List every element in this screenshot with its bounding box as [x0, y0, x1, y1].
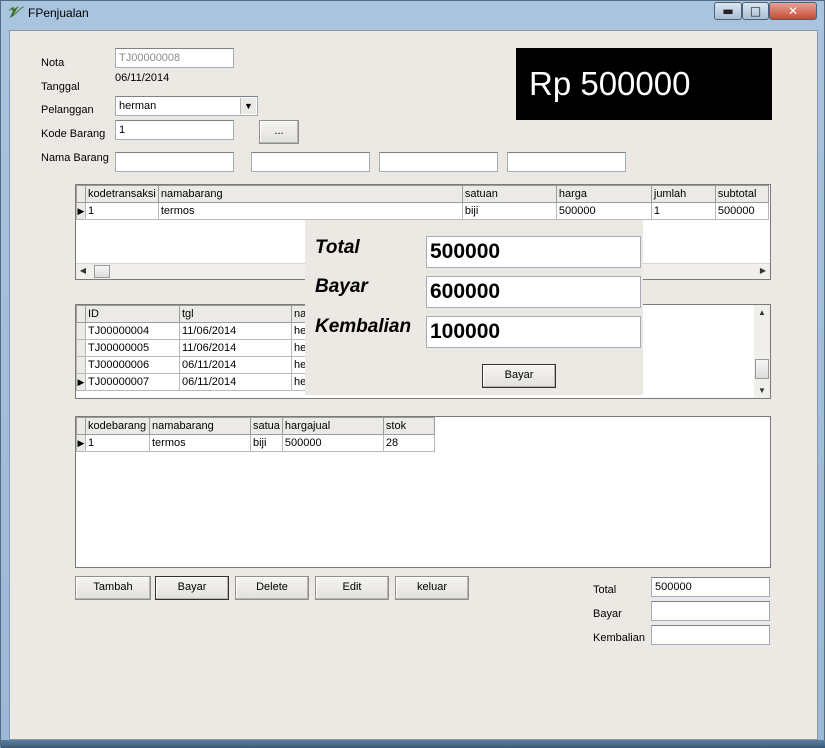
col-header[interactable]: namabarang: [157, 185, 463, 203]
scroll-up-icon[interactable]: ▲: [755, 308, 769, 317]
panel-kembalian-field[interactable]: 100000: [426, 316, 641, 348]
row-indicator-header: [76, 305, 86, 323]
table-cell[interactable]: 1: [85, 434, 150, 452]
panel-bayar-label: Bayar: [315, 276, 368, 297]
col-header[interactable]: tgl: [179, 305, 292, 323]
panel-bayar-field[interactable]: 600000: [426, 276, 641, 308]
pelanggan-label: Pelanggan: [41, 104, 94, 116]
table-cell[interactable]: TJ00000005: [85, 339, 180, 357]
col-header[interactable]: satua: [250, 417, 283, 435]
table-row[interactable]: TJ00000004 11/06/2014 he: [76, 322, 317, 340]
vertical-scrollbar[interactable]: ▲ ▼: [754, 305, 770, 398]
table-cell[interactable]: termos: [157, 202, 463, 220]
table-cell[interactable]: 06/11/2014: [179, 356, 292, 374]
table-cell[interactable]: biji: [250, 434, 283, 452]
scroll-down-icon[interactable]: ▼: [755, 386, 769, 395]
panel-total-label: Total: [315, 237, 360, 258]
table-cell[interactable]: 500000: [281, 434, 384, 452]
maximize-button[interactable]: □: [742, 2, 769, 20]
harga-field[interactable]: [379, 152, 498, 172]
current-row-icon: ▶: [76, 202, 86, 220]
table-cell[interactable]: 1: [85, 202, 159, 220]
table-cell[interactable]: termos: [149, 434, 251, 452]
kode-barang-label: Kode Barang: [41, 128, 106, 140]
table-cell[interactable]: TJ00000004: [85, 322, 180, 340]
pelanggan-value: herman: [119, 100, 157, 112]
col-header[interactable]: kodetransaksi: [85, 185, 159, 203]
panel-total-field[interactable]: 500000: [426, 236, 641, 268]
table-cell[interactable]: 11/06/2014: [179, 322, 292, 340]
total-display: Rp 500000: [516, 48, 772, 120]
col-header[interactable]: stok: [382, 417, 435, 435]
table-cell[interactable]: 500000: [714, 202, 769, 220]
current-row-icon: ▶: [76, 434, 86, 452]
summary-kembalian-label: Kembalian: [593, 632, 645, 644]
col-header[interactable]: satuan: [461, 185, 557, 203]
summary-total-field[interactable]: 500000: [651, 577, 770, 597]
table-cell[interactable]: biji: [461, 202, 557, 220]
table-cell[interactable]: TJ00000006: [85, 356, 180, 374]
bayar-button[interactable]: Bayar: [155, 576, 229, 600]
payment-panel: Total 500000 Bayar 600000 Kembalian 1000…: [305, 220, 643, 395]
table-row[interactable]: ▶ 1 termos biji 500000 28: [76, 434, 435, 452]
row-indicator-header: [76, 185, 86, 203]
tambah-button[interactable]: Tambah: [75, 576, 151, 600]
edit-button[interactable]: Edit: [315, 576, 389, 600]
scroll-thumb[interactable]: [755, 359, 769, 379]
table-row[interactable]: ▶ 1 termos biji 500000 1 500000: [76, 202, 769, 220]
form-client-area: Nota TJ00000008 Tanggal 06/11/2014 Pelan…: [9, 30, 818, 740]
table-cell[interactable]: 06/11/2014: [179, 373, 292, 391]
col-header[interactable]: ID: [85, 305, 180, 323]
table-cell[interactable]: 11/06/2014: [179, 339, 292, 357]
window-title: FPenjualan: [28, 6, 89, 20]
delphi-app-icon: 𝒱: [7, 3, 20, 21]
table-row[interactable]: TJ00000005 11/06/2014 he: [76, 339, 317, 357]
col-header[interactable]: jumlah: [650, 185, 716, 203]
nota-field[interactable]: TJ00000008: [115, 48, 234, 68]
jumlah-field[interactable]: [507, 152, 626, 172]
scroll-left-icon[interactable]: ◀: [76, 266, 90, 275]
col-header[interactable]: subtotal: [714, 185, 769, 203]
close-button[interactable]: ✕: [769, 2, 817, 20]
tanggal-value: 06/11/2014: [115, 72, 170, 84]
minimize-button[interactable]: ▬: [714, 2, 742, 20]
summary-bayar-label: Bayar: [593, 608, 622, 620]
table-cell[interactable]: 500000: [555, 202, 652, 220]
scroll-right-icon[interactable]: ▶: [756, 266, 770, 275]
panel-kembalian-label: Kembalian: [315, 316, 412, 337]
summary-kembalian-field[interactable]: [651, 625, 770, 645]
scroll-thumb[interactable]: [94, 265, 110, 278]
col-header[interactable]: harga: [555, 185, 652, 203]
table-cell[interactable]: TJ00000007: [85, 373, 180, 391]
nota-label: Nota: [41, 57, 65, 69]
detail-table: kodetransaksi namabarang satuan harga ju…: [76, 185, 769, 220]
table-row[interactable]: ▶ TJ00000007 06/11/2014 he: [76, 373, 317, 391]
tanggal-label: Tanggal: [41, 81, 80, 93]
nama-barang-field[interactable]: [115, 152, 234, 172]
kode-barang-field[interactable]: 1: [115, 120, 234, 140]
stock-grid[interactable]: kodebarang namabarang satua hargajual st…: [75, 416, 771, 568]
table-row[interactable]: TJ00000006 06/11/2014 he: [76, 356, 317, 374]
keluar-button[interactable]: keluar: [395, 576, 469, 600]
row-indicator-header: [76, 417, 86, 435]
browse-button[interactable]: ...: [259, 120, 299, 144]
current-row-icon: ▶: [76, 373, 86, 391]
stock-table: kodebarang namabarang satua hargajual st…: [76, 417, 435, 452]
chevron-down-icon[interactable]: ▼: [240, 98, 256, 114]
col-header[interactable]: namabarang: [149, 417, 251, 435]
table-cell[interactable]: 28: [382, 434, 435, 452]
title-bar[interactable]: 𝒱 FPenjualan ▬ □ ✕: [1, 1, 824, 25]
summary-total-label: Total: [593, 584, 617, 596]
table-cell[interactable]: 1: [650, 202, 716, 220]
panel-bayar-button[interactable]: Bayar: [482, 364, 556, 388]
col-header[interactable]: kodebarang: [85, 417, 150, 435]
satuan-field[interactable]: [251, 152, 370, 172]
app-window: 𝒱 FPenjualan ▬ □ ✕ Nota TJ00000008 Tangg…: [0, 0, 825, 748]
pelanggan-combo[interactable]: herman ▼: [115, 96, 258, 116]
summary-bayar-field[interactable]: [651, 601, 770, 621]
transaction-table: ID tgl na TJ00000004 11/06/2014 he TJ000…: [76, 305, 317, 391]
col-header[interactable]: hargajual: [281, 417, 384, 435]
nama-barang-label: Nama Barang: [41, 152, 109, 164]
delete-button[interactable]: Delete: [235, 576, 309, 600]
